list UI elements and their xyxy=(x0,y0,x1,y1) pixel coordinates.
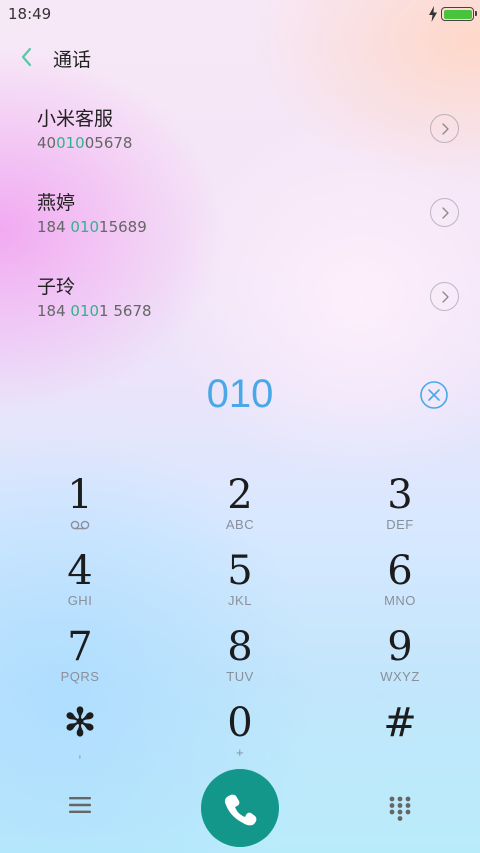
key-3[interactable]: 3 DEF xyxy=(320,472,480,548)
number-match: 010 xyxy=(70,218,100,236)
status-time: 18:49 xyxy=(8,5,52,23)
battery-fill xyxy=(443,9,472,19)
key-digit: # xyxy=(383,700,417,746)
chevron-right-icon xyxy=(442,123,449,135)
key-letters: DEF xyxy=(386,517,414,532)
number-prefix: 184 xyxy=(37,218,71,236)
key-9[interactable]: 9 WXYZ xyxy=(320,624,480,700)
result-list: 小米客服 4001005678 燕婷 184 01015689 子玲 184 0… xyxy=(0,90,480,342)
key-letters: MNO xyxy=(384,593,416,608)
key-digit: ✻ xyxy=(63,700,97,746)
contact-number: 184 0101 5678 xyxy=(37,302,152,320)
number-suffix: 1 5678 xyxy=(99,302,152,320)
contact-number: 4001005678 xyxy=(37,134,132,152)
bolt-icon xyxy=(429,6,437,22)
number-prefix: 184 xyxy=(37,302,71,320)
key-5[interactable]: 5 JKL xyxy=(160,548,320,624)
number-suffix: 05678 xyxy=(84,134,133,152)
key-2[interactable]: 2 ABC xyxy=(160,472,320,548)
battery-tip xyxy=(475,11,477,16)
key-letters: JKL xyxy=(228,593,252,608)
menu-icon[interactable] xyxy=(69,796,91,814)
key-letters: , xyxy=(77,745,83,760)
voicemail-icon xyxy=(70,520,90,530)
number-match: 010 xyxy=(56,134,85,152)
key-digit: 6 xyxy=(387,548,413,594)
contact-number: 184 01015689 xyxy=(37,218,147,236)
key-hash[interactable]: # xyxy=(320,700,480,776)
dialpad: 1 2 ABC 3 DEF 4 GHI 5 JKL 6 MNO 7 PQRS 8… xyxy=(0,472,480,776)
key-digit: 5 xyxy=(227,548,253,594)
chevron-right-icon xyxy=(442,291,449,303)
key-digit: 3 xyxy=(387,472,413,518)
number-suffix: 15689 xyxy=(99,218,147,236)
key-digit: 2 xyxy=(227,472,253,518)
contact-name: 子玲 xyxy=(37,276,76,298)
key-8[interactable]: 8 TUV xyxy=(160,624,320,700)
bottom-bar xyxy=(0,768,480,848)
key-digit: 4 xyxy=(67,548,93,594)
detail-button[interactable] xyxy=(430,198,459,227)
key-0[interactable]: 0 + xyxy=(160,700,320,776)
key-4[interactable]: 4 GHI xyxy=(0,548,160,624)
key-star[interactable]: ✻ , xyxy=(0,700,160,776)
key-letters: PQRS xyxy=(60,669,100,684)
battery-icon xyxy=(441,7,477,21)
phone-icon xyxy=(224,794,257,826)
call-button[interactable] xyxy=(201,769,279,847)
contact-name: 燕婷 xyxy=(37,192,76,214)
chevron-left-icon[interactable] xyxy=(18,46,34,68)
key-letters: GHI xyxy=(67,593,93,608)
detail-button[interactable] xyxy=(430,114,459,143)
list-item[interactable]: 小米客服 4001005678 xyxy=(0,90,480,174)
key-digit: 1 xyxy=(67,472,93,518)
contact-name: 小米客服 xyxy=(37,108,114,130)
dialpad-icon[interactable] xyxy=(389,796,411,822)
key-digit: 7 xyxy=(67,624,93,670)
header: 通话 xyxy=(0,38,480,78)
number-match: 010 xyxy=(70,302,100,320)
list-item[interactable]: 燕婷 184 01015689 xyxy=(0,174,480,258)
number-prefix: 40 xyxy=(37,134,57,152)
key-letters: TUV xyxy=(226,669,254,684)
key-7[interactable]: 7 PQRS xyxy=(0,624,160,700)
key-digit: 9 xyxy=(387,624,413,670)
chevron-right-icon xyxy=(442,207,449,219)
key-letters: + xyxy=(235,745,245,760)
key-6[interactable]: 6 MNO xyxy=(320,548,480,624)
page-title: 通话 xyxy=(53,49,92,71)
list-item[interactable]: 子玲 184 0101 5678 xyxy=(0,258,480,342)
key-1[interactable]: 1 xyxy=(0,472,160,548)
status-bar: 18:49 xyxy=(0,0,480,28)
detail-button[interactable] xyxy=(430,282,459,311)
key-digit: 0 xyxy=(227,700,253,746)
key-digit: 8 xyxy=(227,624,253,670)
key-letters: ABC xyxy=(225,517,255,532)
key-letters: WXYZ xyxy=(380,669,420,684)
circle-x-icon[interactable] xyxy=(419,380,449,410)
dial-input-display: 010 xyxy=(206,372,274,416)
